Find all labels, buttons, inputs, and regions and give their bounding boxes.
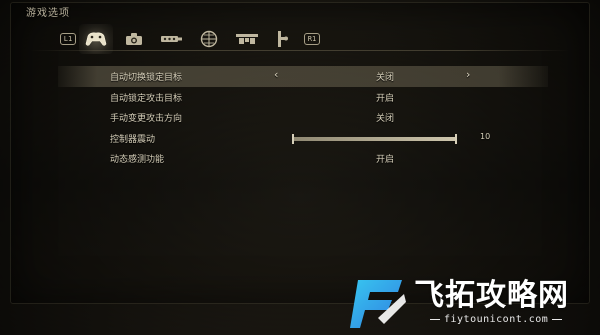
slider-handle[interactable] [455, 133, 457, 144]
watermark: 飞拓攻略网 fiytounicont.com [340, 270, 600, 335]
option-label: 自动切换锁定目标 [110, 73, 183, 83]
option-row-auto-lock-attack[interactable]: 自动锁定攻击目标 开启 [58, 87, 548, 108]
arrow-right-icon[interactable]: › [466, 68, 470, 81]
option-row-controller-vibration[interactable]: 控制器震动 10 [58, 128, 548, 149]
menu-title: 游戏选项 [26, 8, 70, 19]
r1-button-label: R1 [303, 33, 321, 45]
tab-controls[interactable] [268, 28, 296, 50]
option-row-auto-switch-lock[interactable]: 自动切换锁定目标 ‹ 关闭 › [58, 66, 548, 87]
option-label: 控制器震动 [110, 134, 156, 145]
gamepad-icon [85, 32, 107, 46]
option-value: 开启 [376, 155, 395, 165]
speaker-grid-icon [200, 30, 218, 48]
option-value: 开启 [376, 93, 395, 104]
tab-right-bumper[interactable]: R1 [298, 28, 326, 50]
options-list: 自动切换锁定目标 ‹ 关闭 › 自动锁定攻击目标 开启 手动变更攻击方向 关闭 … [58, 66, 548, 169]
tab-camera[interactable] [120, 28, 148, 50]
option-value: 10 [480, 131, 491, 141]
network-icon [236, 34, 258, 44]
arrow-left-icon[interactable]: ‹ [274, 68, 278, 81]
vibration-slider[interactable] [292, 133, 457, 144]
display-icon [161, 36, 182, 42]
vibration-slider-fill [292, 136, 457, 141]
option-value: 关闭 [376, 114, 395, 124]
watermark-url: fiytounicont.com [426, 314, 566, 325]
tab-divider [30, 50, 570, 51]
controller-stick-icon [278, 31, 288, 47]
tab-bar: L1 R1 [40, 24, 560, 56]
site-logo-icon [350, 280, 406, 328]
slider-start-cap [292, 133, 294, 144]
camera-icon [126, 33, 142, 45]
tab-sound[interactable] [195, 28, 223, 50]
l1-button-label: L1 [59, 33, 77, 45]
option-label: 动态感测功能 [110, 155, 165, 165]
option-row-manual-attack-direction[interactable]: 手动变更攻击方向 关闭 [58, 107, 548, 128]
watermark-title: 飞拓攻略网 [414, 278, 569, 313]
option-value: 关闭 [376, 73, 395, 83]
game-options-screen: 游戏选项 L1 R1 自动切换锁定目标 ‹ 关闭 › 自动锁定攻击目标 开启 手… [0, 0, 600, 335]
option-label: 自动锁定攻击目标 [110, 93, 183, 104]
tab-network[interactable] [233, 28, 261, 50]
tab-left-bumper[interactable]: L1 [54, 28, 82, 50]
option-label: 手动变更攻击方向 [110, 114, 183, 124]
option-row-motion-sensing[interactable]: 动态感测功能 开启 [58, 148, 548, 169]
tab-display[interactable] [158, 28, 186, 50]
